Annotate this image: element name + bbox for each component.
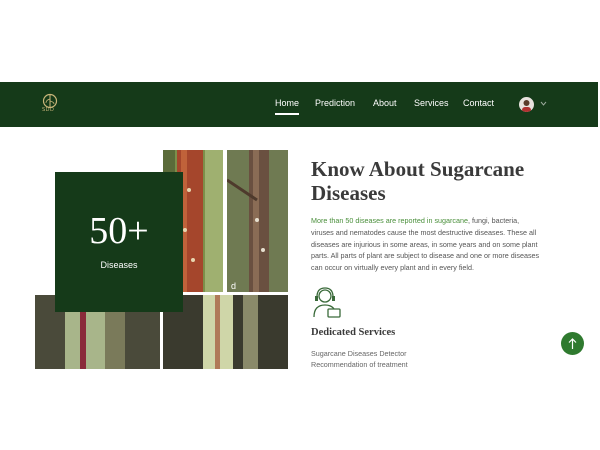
highlight-text: More than 50 diseases are reported in su…	[311, 216, 469, 225]
nav-services[interactable]: Services	[414, 98, 449, 108]
services-title: Dedicated Services	[311, 327, 396, 338]
chevron-down-icon[interactable]	[540, 100, 547, 107]
support-agent-icon	[313, 287, 341, 318]
service-item: Recommendation of treatment	[311, 360, 408, 369]
disease-image-stem-spots: d	[227, 150, 288, 292]
section-heading: Know About Sugarcane Diseases	[311, 157, 525, 205]
nav-prediction[interactable]: Prediction	[315, 98, 355, 108]
nav-about[interactable]: About	[373, 98, 397, 108]
service-item: Sugarcane Diseases Detector	[311, 349, 407, 358]
diseases-stat-card: 50+ Diseases	[55, 172, 183, 312]
scroll-to-top-button[interactable]	[561, 332, 584, 355]
logo-text: SDD	[42, 107, 55, 113]
stat-label: Diseases	[100, 260, 138, 270]
nav-home[interactable]: Home	[275, 98, 300, 115]
user-avatar[interactable]	[519, 97, 534, 112]
about-paragraph: More than 50 diseases are reported in su…	[311, 216, 540, 273]
image-label-d: d	[231, 281, 236, 291]
stat-number: 50+	[89, 210, 149, 252]
nav-contact[interactable]: Contact	[463, 98, 494, 108]
arrow-up-icon	[568, 338, 577, 349]
